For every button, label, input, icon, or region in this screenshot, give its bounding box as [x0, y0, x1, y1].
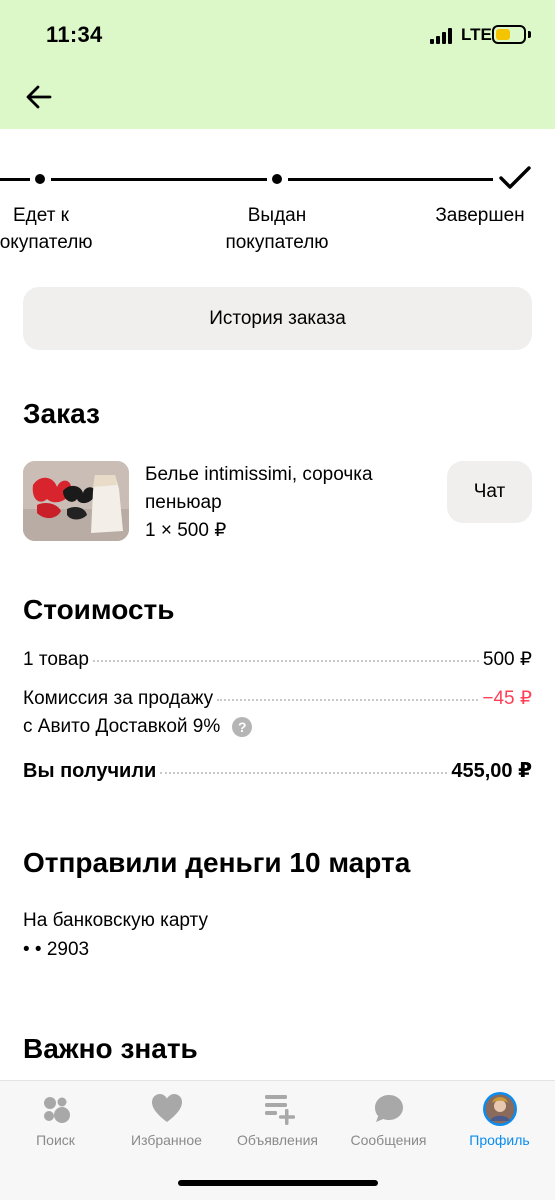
- tab-messages[interactable]: Сообщения: [333, 1091, 444, 1161]
- help-icon[interactable]: ?: [232, 717, 253, 737]
- tab-search[interactable]: Поиск: [0, 1091, 111, 1161]
- listing-plus-icon: [264, 1095, 295, 1125]
- order-item-title[interactable]: Белье intimissimi, сорочка пеньюар: [145, 461, 430, 517]
- status-time: 11:34: [46, 22, 103, 47]
- tab-label: Объявления: [237, 1132, 318, 1148]
- commission-label-line2-row: с Авито Доставкой 9% ?: [23, 716, 253, 738]
- tab-label: Избранное: [131, 1132, 202, 1148]
- status-bar: 11:34 LTE: [0, 0, 555, 62]
- order-heading: Заказ: [23, 398, 100, 429]
- received-label: Вы получили: [23, 760, 157, 782]
- tab-label: Поиск: [36, 1132, 75, 1148]
- cost-row-items: 1 товар 500 ₽: [23, 648, 532, 671]
- checkmark-icon: [499, 166, 531, 189]
- order-item-photo[interactable]: [23, 461, 129, 541]
- battery-fill: [496, 29, 511, 40]
- tab-label: Профиль: [469, 1132, 530, 1148]
- chat-bubble-icon: [374, 1095, 403, 1122]
- search-dots-icon: [43, 1097, 70, 1123]
- items-count-label: 1 товар: [23, 649, 89, 670]
- tab-profile[interactable]: Профиль: [444, 1091, 555, 1161]
- cost-row-commission: Комиссия за продажу −45 ₽: [23, 687, 532, 710]
- step-label-completed: Завершен: [435, 205, 525, 226]
- battery-nub: [528, 31, 531, 38]
- dotted-leader: [160, 772, 448, 774]
- tab-label: Сообщения: [350, 1132, 427, 1148]
- items-value: 500 ₽: [482, 649, 532, 670]
- commission-label-line2: с Авито Доставкой 9%: [23, 716, 221, 737]
- step-connector: [51, 178, 267, 181]
- payout-heading: Отправили деньги 10 марта: [23, 847, 411, 878]
- arrow-left-icon: [26, 85, 52, 109]
- payout-details: На банковскую карту • • 2903: [23, 906, 208, 964]
- step-label-delivered: Выдан покупателю: [225, 205, 329, 253]
- network-label: LTE: [461, 25, 492, 44]
- avatar-icon: [482, 1092, 517, 1126]
- cost-row-received: Вы получили 455,00 ₽: [23, 758, 532, 783]
- battery-icon: [492, 25, 526, 44]
- step-dot: [35, 174, 45, 184]
- chat-button[interactable]: Чат: [447, 461, 532, 523]
- commission-value: −45 ₽: [482, 688, 532, 709]
- tab-listings[interactable]: Объявления: [222, 1091, 333, 1161]
- step-dot: [272, 174, 282, 184]
- tab-favorites[interactable]: Избранное: [111, 1091, 222, 1161]
- back-button[interactable]: [22, 80, 56, 114]
- nav-header: [0, 62, 555, 129]
- step-connector: [0, 178, 30, 181]
- step-connector: [288, 178, 493, 181]
- received-value: 455,00 ₽: [451, 760, 532, 782]
- payout-card-number: • • 2903: [23, 939, 90, 960]
- order-item-quantity-price: 1 × 500 ₽: [145, 520, 227, 541]
- lingerie-photo: [23, 461, 129, 541]
- dotted-leader: [92, 660, 479, 662]
- cost-heading: Стоимость: [23, 594, 175, 625]
- order-status-stepper: Едет к покупателю Выдан покупателю Завер…: [0, 150, 555, 260]
- order-history-button[interactable]: История заказа: [23, 287, 532, 350]
- step-label-in-transit: Едет к покупателю: [0, 205, 93, 253]
- commission-label: Комиссия за продажу: [23, 688, 214, 709]
- important-heading: Важно знать: [23, 1033, 198, 1064]
- heart-icon: [151, 1094, 182, 1122]
- signal-icon: [430, 28, 454, 44]
- home-indicator: [178, 1180, 378, 1186]
- dotted-leader: [217, 699, 479, 701]
- payout-method: На банковскую карту: [23, 910, 208, 931]
